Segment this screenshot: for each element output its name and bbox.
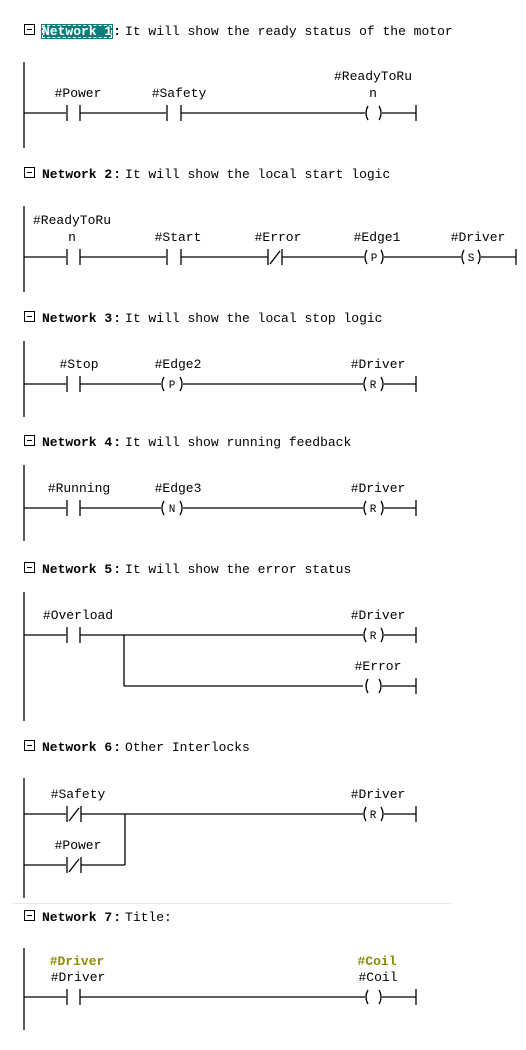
network-title[interactable]: Network 5 [41, 562, 113, 577]
symbol-label: #Coil [357, 954, 396, 969]
coil-negative-edge[interactable]: N #Edge3 [155, 481, 202, 516]
coil-reset[interactable]: R #Driver [351, 357, 406, 392]
contact-no[interactable]: #Power [55, 86, 102, 121]
coil-positive-edge[interactable]: P #Edge2 [155, 357, 202, 392]
operand-label: #Safety [152, 86, 207, 101]
network-6-ladder: #Safety #Power R #Driver [23, 778, 417, 898]
network-7-ladder: #Driver #Driver #Coil #Coil [23, 948, 417, 1030]
coil-letter: S [468, 253, 475, 265]
coil[interactable]: #Error [355, 659, 402, 694]
network-6-header: Network 6: Other Interlocks [24, 740, 250, 756]
network-comment[interactable]: It will show the local start logic [125, 167, 390, 182]
operand-label: #Power [55, 86, 102, 101]
coil-letter: R [370, 504, 377, 516]
network-1-header: Network 1: It will show the ready status … [24, 24, 453, 40]
coil-letter: R [370, 380, 377, 392]
contact-nc[interactable]: #Power [55, 838, 102, 873]
coil-reset[interactable]: R #Driver [351, 481, 406, 516]
network-title[interactable]: Network 3 [41, 311, 113, 326]
collapse-icon[interactable] [24, 24, 35, 36]
operand-label: #Stop [59, 357, 98, 372]
network-2-ladder: #ReadyToRu n #Start #Error P #Edge1 S #D… [23, 206, 517, 292]
network-colon: : [113, 311, 122, 326]
contact-no[interactable]: #Running [48, 481, 110, 516]
operand-label: #Edge2 [155, 357, 202, 372]
operand-label: #Driver [451, 230, 506, 245]
contact-no[interactable]: #Stop [59, 357, 99, 392]
coil-reset[interactable]: R #Driver [351, 787, 406, 822]
network-title[interactable]: Network 6 [41, 740, 113, 755]
collapse-icon[interactable] [24, 910, 35, 922]
operand-label-cont: n [369, 86, 377, 101]
operand-label: #Driver [351, 481, 406, 496]
collapse-icon[interactable] [24, 562, 35, 574]
network-title[interactable]: Network 1 [41, 24, 114, 39]
operand-label: #Overload [43, 608, 113, 623]
network-colon: : [113, 435, 122, 450]
network-5-ladder: #Overload R #Driver #Error [23, 592, 417, 721]
coil-letter: P [371, 253, 378, 265]
operand-label: #ReadyToRu [334, 69, 412, 84]
network-colon: : [113, 167, 122, 182]
operand-label: #Driver [351, 787, 406, 802]
contact-no[interactable]: #Start [155, 230, 202, 265]
network-comment[interactable]: It will show the error status [125, 562, 351, 577]
network-comment[interactable]: It will show running feedback [125, 435, 351, 450]
network-title[interactable]: Network 4 [41, 435, 113, 450]
operand-label: #ReadyToRu [33, 213, 111, 228]
network-colon: : [113, 24, 122, 39]
coil-letter: R [370, 631, 377, 643]
network-comment[interactable]: Title: [125, 910, 172, 925]
coil-reset[interactable]: R #Driver [351, 608, 406, 643]
operand-label: #Edge3 [155, 481, 202, 496]
network-3-header: Network 3: It will show the local stop lo… [24, 311, 382, 327]
coil-letter: N [169, 504, 176, 516]
network-title[interactable]: Network 7 [41, 910, 113, 925]
operand-label: #Error [255, 230, 302, 245]
operand-label: #Running [48, 481, 110, 496]
coil-letter: P [169, 380, 176, 392]
network-colon: : [113, 910, 122, 925]
contact-nc[interactable]: #Error [255, 230, 302, 265]
symbol-label: #Driver [50, 954, 105, 969]
network-1-ladder: #Power #Safety #ReadyToRu n [23, 62, 417, 148]
collapse-icon[interactable] [24, 740, 35, 752]
network-title[interactable]: Network 2 [41, 167, 113, 182]
operand-label: #Driver [351, 608, 406, 623]
operand-label: #Error [355, 659, 402, 674]
operand-label: #Safety [51, 787, 106, 802]
network-comment[interactable]: It will show the ready status of the mot… [125, 24, 453, 39]
contact-no[interactable]: #Overload [43, 608, 113, 643]
network-comment[interactable]: Other Interlocks [125, 740, 250, 755]
contact-no[interactable]: #Safety [152, 86, 207, 121]
network-3-ladder: #Stop P #Edge2 R #Driver [23, 341, 417, 417]
network-separator [12, 903, 452, 904]
network-7-header: Network 7: Title: [24, 910, 172, 926]
operand-label: #Driver [351, 357, 406, 372]
operand-label: #Coil [358, 970, 397, 985]
collapse-icon[interactable] [24, 311, 35, 323]
operand-label: #Edge1 [354, 230, 401, 245]
operand-label: #Driver [51, 970, 106, 985]
coil-letter: R [370, 810, 377, 822]
network-4-header: Network 4: It will show running feedback [24, 435, 351, 451]
network-4-ladder: #Running N #Edge3 R #Driver [23, 465, 417, 541]
coil-set[interactable]: S #Driver [451, 230, 506, 265]
collapse-icon[interactable] [24, 167, 35, 179]
network-comment[interactable]: It will show the local stop logic [125, 311, 382, 326]
network-5-header: Network 5: It will show the error status [24, 562, 351, 578]
contact-nc[interactable]: #Safety [51, 787, 106, 822]
operand-label: #Start [155, 230, 202, 245]
operand-label: #Power [55, 838, 102, 853]
network-2-header: Network 2: It will show the local start l… [24, 167, 390, 183]
network-colon: : [113, 562, 122, 577]
collapse-icon[interactable] [24, 435, 35, 447]
coil-positive-edge[interactable]: P #Edge1 [354, 230, 401, 265]
network-colon: : [113, 740, 122, 755]
operand-label-cont: n [68, 230, 76, 245]
